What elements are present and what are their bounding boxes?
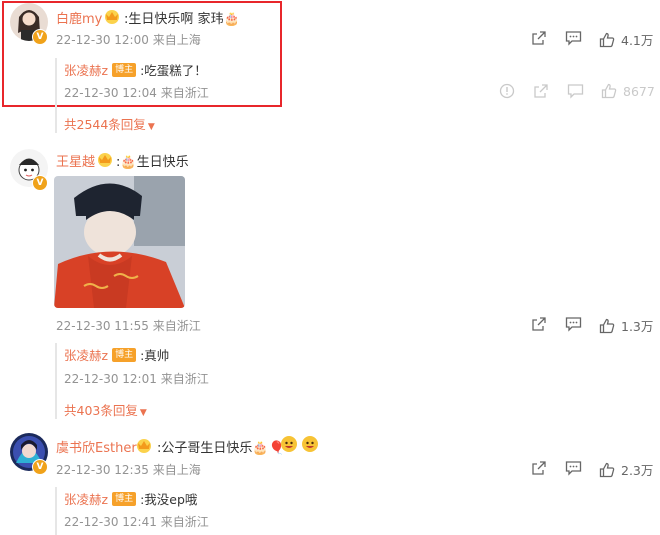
share-icon [532, 461, 546, 475]
comment-text: :🎂生日快乐 [116, 155, 189, 170]
like-icon [601, 83, 617, 99]
reply-text: :我没ep哦 [140, 492, 198, 507]
reply-divider [55, 103, 57, 133]
reply-divider [55, 487, 57, 535]
reply-time: 22-12-30 12:41 来自浙江 [64, 515, 209, 529]
share-button[interactable] [533, 83, 549, 99]
reply-time: 22-12-30 12:04 来自浙江 [64, 86, 209, 100]
like-count: 4.1万 [621, 33, 654, 48]
crown-icon [105, 10, 119, 24]
comment-button[interactable] [565, 316, 582, 332]
reply-line: 张凌赫z 博主 :我没ep哦 [64, 489, 197, 508]
comment-icon [565, 31, 582, 46]
like-count: 1.3万 [621, 319, 654, 334]
share-button[interactable] [531, 316, 547, 332]
more-replies-link[interactable]: 共2544条回复 ▼ [64, 114, 155, 133]
comment-icon [565, 317, 582, 332]
comment-button[interactable] [565, 30, 582, 46]
reply-username[interactable]: 张凌赫z [64, 489, 108, 508]
share-icon [532, 31, 546, 45]
like-icon [599, 318, 615, 333]
chevron-down-icon: ▼ [147, 122, 155, 132]
like-button[interactable]: 4.1万 [599, 30, 653, 49]
reply-text: :真帅 [140, 348, 170, 363]
like-count: 2.3万 [621, 463, 654, 478]
comment-username[interactable]: 白鹿my [56, 8, 102, 27]
reply-divider [55, 343, 57, 419]
like-button[interactable]: 1.3万 [599, 316, 653, 335]
reply-line: 张凌赫z 博主 :真帅 [64, 345, 169, 364]
comment-time: 22-12-30 12:00 来自上海 [56, 33, 201, 47]
author-badge: 博主 [112, 491, 137, 506]
crown-icon [137, 439, 151, 453]
like-icon [599, 32, 615, 47]
reply-text: :吃蛋糕了！ [140, 63, 207, 78]
more-replies-link[interactable]: 共403条回复 ▼ [64, 400, 147, 419]
share-icon [534, 84, 548, 98]
like-icon [599, 462, 615, 477]
comment-photo[interactable] [54, 176, 185, 308]
like-button[interactable]: 8677 [601, 83, 655, 99]
comment-button[interactable] [567, 83, 584, 99]
verified-badge: V [32, 29, 48, 45]
share-button[interactable] [531, 30, 547, 46]
author-badge: 博主 [112, 62, 137, 77]
comment-time: 22-12-30 11:55 来自浙江 [56, 319, 201, 333]
comment-username[interactable]: 王星越 [56, 151, 95, 170]
comment-button[interactable] [565, 460, 582, 476]
comment-icon [567, 84, 584, 99]
reply-time: 22-12-30 12:01 来自浙江 [64, 372, 209, 386]
comment-username[interactable]: 虞书欣Esther [56, 437, 137, 456]
report-button[interactable] [499, 83, 515, 99]
applause-emoji-icon [281, 436, 318, 452]
report-icon [499, 83, 515, 99]
reply-line: 张凌赫z 博主 :吃蛋糕了！ [64, 60, 207, 79]
reply-username[interactable]: 张凌赫z [64, 345, 108, 364]
share-button[interactable] [531, 460, 547, 476]
like-button[interactable]: 2.3万 [599, 460, 653, 479]
author-badge: 博主 [112, 347, 137, 362]
verified-badge: V [32, 175, 48, 191]
crown-icon [98, 153, 112, 167]
verified-badge: V [32, 459, 48, 475]
comment-text: :生日快乐啊 家玮🎂 [124, 12, 240, 27]
chevron-down-icon: ▼ [139, 408, 147, 418]
reply-divider [55, 58, 57, 103]
share-icon [532, 317, 546, 331]
comment-icon [565, 461, 582, 476]
like-count: 8677 [623, 83, 655, 99]
comment-text: :公子哥生日快乐🎂🎈 [157, 441, 285, 456]
comment-time: 22-12-30 12:35 来自上海 [56, 463, 201, 477]
reply-username[interactable]: 张凌赫z [64, 60, 108, 79]
